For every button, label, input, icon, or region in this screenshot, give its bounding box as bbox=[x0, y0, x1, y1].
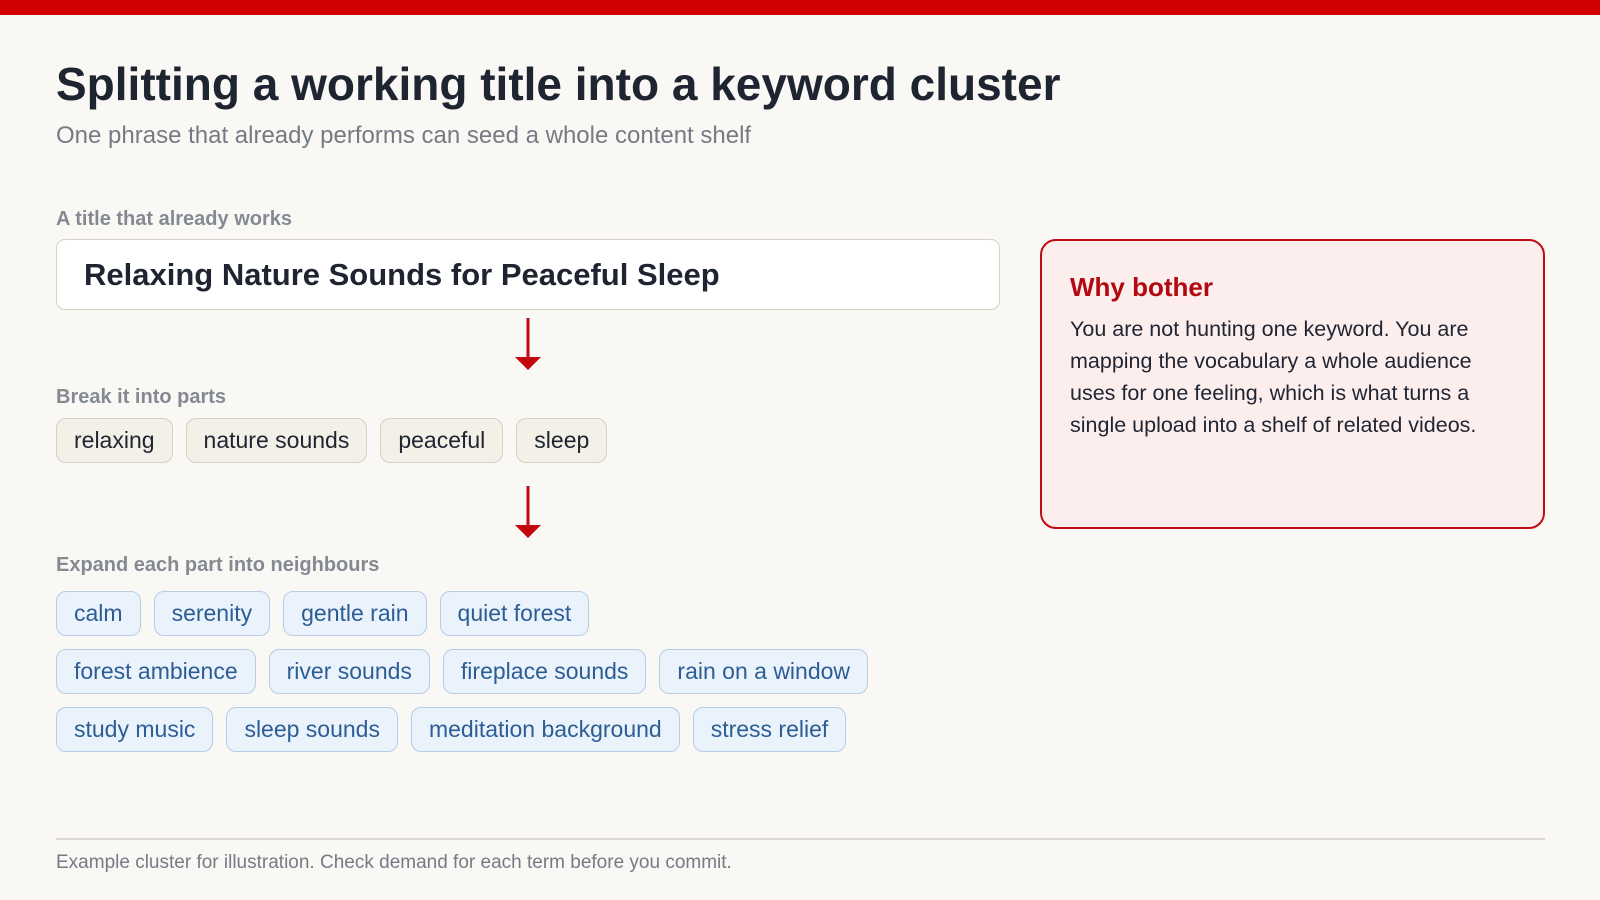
neighbour-chip: fireplace sounds bbox=[442, 649, 647, 694]
neighbours-chip-row: forest ambience river sounds fireplace s… bbox=[56, 649, 869, 694]
neighbour-chip: meditation background bbox=[410, 707, 680, 752]
arrow-down-icon bbox=[514, 318, 542, 372]
why-bother-callout: Why bother You are not hunting one keywo… bbox=[1040, 239, 1545, 529]
part-chip-relaxing: relaxing bbox=[56, 418, 173, 463]
neighbour-chip: study music bbox=[56, 707, 214, 752]
neighbour-chip: rain on a window bbox=[659, 649, 869, 694]
neighbours-chip-row: study music sleep sounds meditation back… bbox=[56, 707, 847, 752]
neighbour-chip: forest ambience bbox=[56, 649, 256, 694]
callout-body: You are not hunting one keyword. You are… bbox=[1070, 317, 1477, 437]
neighbour-chip: stress relief bbox=[692, 707, 847, 752]
page-title: Splitting a working title into a keyword… bbox=[56, 58, 1061, 110]
part-chip-nature-sounds: nature sounds bbox=[185, 418, 368, 463]
parts-section-label: Break it into parts bbox=[56, 386, 227, 408]
working-title-box: Relaxing Nature Sounds for Peaceful Slee… bbox=[56, 239, 1000, 310]
neighbours-chip-row: calm serenity gentle rain quiet forest bbox=[56, 591, 590, 636]
neighbour-chip: river sounds bbox=[268, 649, 430, 694]
arrow-down-icon bbox=[514, 486, 542, 540]
neighbour-chip: calm bbox=[56, 591, 141, 636]
neighbours-section-label: Expand each part into neighbours bbox=[56, 554, 380, 576]
part-chip-sleep: sleep bbox=[516, 418, 608, 463]
parts-chip-row: relaxing nature sounds peaceful sleep bbox=[56, 418, 608, 463]
neighbour-chip: gentle rain bbox=[283, 591, 427, 636]
neighbour-chip: serenity bbox=[153, 591, 271, 636]
top-accent-bar bbox=[0, 0, 1600, 15]
callout-title: Why bother bbox=[1070, 272, 1213, 302]
neighbour-chip: sleep sounds bbox=[226, 707, 398, 752]
page-subtitle: One phrase that already performs can see… bbox=[56, 122, 752, 149]
working-title-text: Relaxing Nature Sounds for Peaceful Slee… bbox=[84, 256, 720, 292]
neighbour-chip: quiet forest bbox=[439, 591, 590, 636]
title-section-label: A title that already works bbox=[56, 208, 292, 230]
part-chip-peaceful: peaceful bbox=[380, 418, 504, 463]
footnote: Example cluster for illustration. Check … bbox=[56, 852, 732, 873]
footer-divider bbox=[56, 838, 1545, 840]
